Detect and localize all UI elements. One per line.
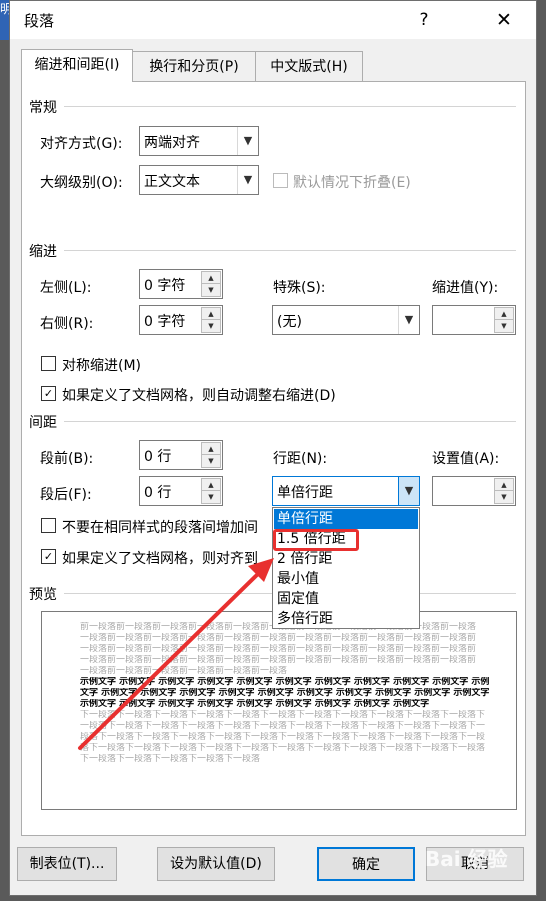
alignment-select[interactable]: 两端对齐 ▼ <box>139 126 259 156</box>
spin-down-icon[interactable]: ▼ <box>201 319 221 333</box>
preview-next-line: 一段落下一段落下一段落下一段落下一段落下一段落下一段落下一段落下一段落下一段落下… <box>80 721 486 731</box>
spin-down-icon[interactable]: ▼ <box>494 490 514 504</box>
paragraph-preview: 前一段落前一段落前一段落前一段落前一段落前一段落前一段落前一段落前一段落前一段落… <box>41 611 517 810</box>
dialog-title: 段落 <box>24 12 55 30</box>
auto-adjust-indent-checkbox[interactable]: ✓ <box>41 386 56 401</box>
right-indent-label: 右侧(R): <box>40 316 94 332</box>
indent-by-stepper[interactable]: ▲ ▼ <box>432 305 516 335</box>
mirror-indent-checkbox[interactable] <box>41 356 56 371</box>
general-separator <box>64 106 516 107</box>
no-space-same-style-label: 不要在相同样式的段落间增加间 <box>62 520 258 536</box>
title-bar: 段落 ? ✕ <box>10 1 536 39</box>
alignment-value: 两端对齐 <box>144 135 200 151</box>
option-exactly[interactable]: 固定值 <box>274 589 418 609</box>
spacing-separator <box>64 421 516 422</box>
tab-line-page-breaks[interactable]: 换行和分页(P) <box>132 51 256 81</box>
preview-previous-line: 一段落前一段落前一段落前一段落前一段落前一段落前一段落前一段落前一段落前一段落前… <box>80 633 477 643</box>
preview-previous-line: 一段落前一段落前一段落前一段落前一段落前一段落 <box>80 666 288 676</box>
preview-section-header: 预览 <box>29 587 57 603</box>
preview-next-line: 下一段落下一段落下一段落下一段落下一段落 <box>80 754 261 764</box>
spin-down-icon[interactable]: ▼ <box>201 283 221 297</box>
spin-down-icon[interactable]: ▼ <box>201 490 221 504</box>
indent-by-label: 缩进值(Y): <box>432 280 499 296</box>
preview-sample-line: 文字 示例文字 示例文字 示例文字 示例文字 示例文字 示例文字 示例文字 示例… <box>80 688 490 698</box>
preview-next-line: 落下一段落下一段落下一段落下一段落下一段落下一段落下一段落下一段落下一段落下一段… <box>80 743 486 753</box>
right-indent-stepper[interactable]: 0 字符 ▲ ▼ <box>139 305 223 335</box>
help-button[interactable]: ? <box>410 7 438 33</box>
space-before-stepper[interactable]: 0 行 ▲ ▼ <box>139 440 223 470</box>
special-indent-select[interactable]: (无) ▼ <box>272 305 420 335</box>
outline-level-value: 正文文本 <box>144 174 200 190</box>
set-value-label: 设置值(A): <box>432 451 500 467</box>
left-indent-value: 0 字符 <box>144 278 186 294</box>
preview-previous-line: 一段落前一段落前一段落前一段落前一段落前一段落前一段落前一段落前一段落前一段落前… <box>80 644 477 654</box>
collapse-default-label: 默认情况下折叠(E) <box>293 175 411 191</box>
ok-button[interactable]: 确定 <box>317 847 415 881</box>
auto-adjust-indent-label: 如果定义了文档网格，则自动调整右缩进(D) <box>62 388 336 404</box>
tab-indent-spacing[interactable]: 缩进和间距(I) <box>21 49 133 82</box>
chevron-down-icon: ▼ <box>237 166 258 194</box>
special-indent-label: 特殊(S): <box>273 280 326 296</box>
line-spacing-dropdown-list: 单倍行距 1.5 倍行距 2 倍行距 最小值 固定值 多倍行距 <box>272 507 420 629</box>
close-button[interactable]: ✕ <box>484 6 524 34</box>
preview-next-line: 段落下一段落下一段落下一段落下一段落下一段落下一段落下一段落下一段落下一段落下一… <box>80 732 486 742</box>
left-indent-stepper[interactable]: 0 字符 ▲ ▼ <box>139 269 223 299</box>
tabs-button[interactable]: 制表位(T)... <box>17 847 117 881</box>
set-default-button[interactable]: 设为默认值(D) <box>157 847 275 881</box>
general-section-header: 常规 <box>29 100 57 116</box>
spacing-section-header: 间距 <box>29 415 57 431</box>
tab-asian-typography[interactable]: 中文版式(H) <box>255 51 363 81</box>
annotation-highlight-box <box>273 529 359 551</box>
line-spacing-select[interactable]: 单倍行距 ▼ <box>272 476 420 506</box>
snap-to-grid-label: 如果定义了文档网格，则对齐到 <box>62 551 258 567</box>
space-before-value: 0 行 <box>144 449 172 465</box>
special-indent-value: (无) <box>277 314 302 330</box>
outline-level-select[interactable]: 正文文本 ▼ <box>139 165 259 195</box>
background-window-edge: 明 <box>0 0 9 40</box>
line-spacing-value: 单倍行距 <box>277 485 333 501</box>
background-window-text: 明 <box>0 2 9 16</box>
chevron-down-icon: ▼ <box>398 306 419 334</box>
preview-sample-line: 示例文字 示例文字 示例文字 示例文字 示例文字 示例文字 示例文字 示例文字 … <box>80 699 430 709</box>
collapse-default-checkbox[interactable] <box>273 173 288 188</box>
line-spacing-label: 行距(N): <box>273 451 328 467</box>
option-single[interactable]: 单倍行距 <box>274 509 418 529</box>
right-indent-value: 0 字符 <box>144 314 186 330</box>
mirror-indent-label: 对称缩进(M) <box>62 358 142 374</box>
preview-previous-line: 一段落前一段落前一段落前一段落前一段落前一段落前一段落前一段落前一段落前一段落前… <box>80 655 477 665</box>
set-value-stepper[interactable]: ▲ ▼ <box>432 476 516 506</box>
chevron-down-icon[interactable]: ▼ <box>398 477 419 505</box>
alignment-label: 对齐方式(G): <box>40 136 123 152</box>
option-double[interactable]: 2 倍行距 <box>274 549 418 569</box>
preview-next-line: 下一段落下一段落下一段落下一段落下一段落下一段落下一段落下一段落下一段落下一段落… <box>80 710 486 720</box>
space-after-label: 段后(F): <box>40 487 92 503</box>
space-before-label: 段前(B): <box>40 451 94 467</box>
space-after-value: 0 行 <box>144 485 172 501</box>
watermark: Bai 经验 <box>425 847 508 871</box>
spin-down-icon[interactable]: ▼ <box>494 319 514 333</box>
chevron-down-icon: ▼ <box>237 127 258 155</box>
option-multiple[interactable]: 多倍行距 <box>274 609 418 629</box>
left-indent-label: 左侧(L): <box>40 280 92 296</box>
no-space-same-style-checkbox[interactable] <box>41 518 56 533</box>
indent-separator <box>64 250 516 251</box>
space-after-stepper[interactable]: 0 行 ▲ ▼ <box>139 476 223 506</box>
spin-down-icon[interactable]: ▼ <box>201 454 221 468</box>
indent-section-header: 缩进 <box>29 244 57 260</box>
preview-sample-line: 示例文字 示例文字 示例文字 示例文字 示例文字 示例文字 示例文字 示例文字 … <box>80 677 490 687</box>
option-at-least[interactable]: 最小值 <box>274 569 418 589</box>
outline-level-label: 大纲级别(O): <box>40 175 123 191</box>
snap-to-grid-checkbox[interactable]: ✓ <box>41 549 56 564</box>
